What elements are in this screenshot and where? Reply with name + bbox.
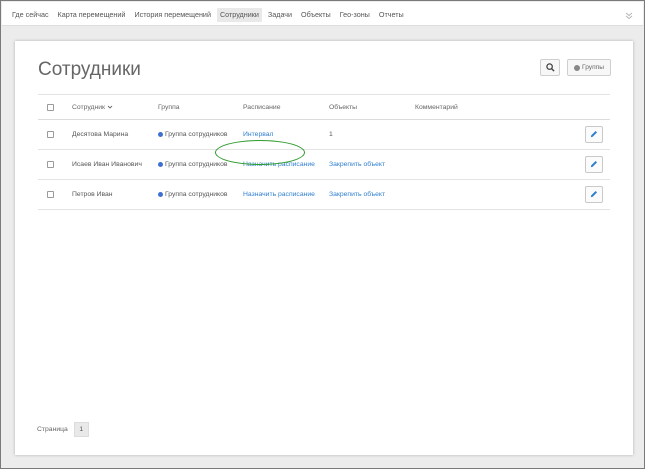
edit-button[interactable] [585, 126, 603, 143]
group-dot-icon [158, 132, 163, 137]
row-checkbox[interactable] [47, 161, 54, 168]
nav-item-where-now[interactable]: Где сейчас [9, 8, 52, 22]
table-row: Десятова Марина Группа сотрудников Интер… [38, 120, 610, 150]
nav-item-objects[interactable]: Объекты [298, 8, 334, 22]
header-objects: Объекты [329, 103, 358, 111]
nav-item-movement-map[interactable]: Карта перемещений [55, 8, 129, 22]
nav-item-geozones[interactable]: Гео-зоны [337, 8, 373, 22]
pagination-label: Страница [37, 426, 68, 433]
groups-dot-icon [574, 64, 580, 71]
sort-chevron-icon [107, 104, 113, 110]
employee-group-label: Группа сотрудников [165, 131, 228, 138]
pencil-icon [590, 160, 598, 170]
employees-table: Сотрудник Группа Расписание Объекты Комм… [38, 94, 610, 210]
employee-group-label: Группа сотрудников [165, 191, 228, 198]
employee-name: Исаев Иван Иванович [72, 161, 142, 168]
table-header-row: Сотрудник Группа Расписание Объекты Комм… [38, 94, 610, 120]
table-row: Петров Иван Группа сотрудников Назначить… [38, 180, 610, 210]
pencil-icon [590, 130, 598, 140]
employee-group: Группа сотрудников [158, 150, 227, 179]
edit-button[interactable] [585, 186, 603, 203]
row-checkbox[interactable] [47, 131, 54, 138]
groups-button-label: Группы [582, 64, 604, 71]
select-all-checkbox[interactable] [47, 103, 54, 111]
header-schedule: Расписание [243, 103, 281, 111]
group-dot-icon [158, 192, 163, 197]
header-group: Группа [158, 103, 180, 111]
nav-item-reports[interactable]: Отчеты [376, 8, 407, 22]
top-navigation: Где сейчас Карта перемещений История пер… [2, 2, 643, 26]
employees-panel: Сотрудники Группы Сотрудник Группа Распи… [15, 41, 633, 455]
row-checkbox[interactable] [47, 191, 54, 198]
employee-name: Десятова Марина [72, 131, 129, 138]
nav-item-movement-history[interactable]: История перемещений [131, 8, 214, 22]
chevron-down-icon[interactable] [624, 8, 634, 20]
schedule-link[interactable]: Интервал [243, 131, 274, 138]
header-employee[interactable]: Сотрудник [72, 95, 113, 119]
employee-name: Петров Иван [72, 191, 113, 198]
header-employee-label: Сотрудник [72, 103, 106, 111]
nav-item-tasks[interactable]: Задачи [265, 8, 295, 22]
page-button[interactable]: 1 [73, 422, 89, 437]
groups-button[interactable]: Группы [567, 59, 611, 76]
table-row: Исаев Иван Иванович Группа сотрудников Н… [38, 150, 610, 180]
objects-count: 1 [329, 131, 333, 138]
assign-object-link[interactable]: Закрепить объект [329, 191, 385, 198]
search-icon [545, 59, 555, 77]
employee-group: Группа сотрудников [158, 180, 227, 209]
employee-group: Группа сотрудников [158, 120, 227, 149]
group-dot-icon [158, 162, 163, 167]
assign-schedule-link[interactable]: Назначить расписание [243, 191, 315, 198]
assign-schedule-link[interactable]: Назначить расписание [243, 161, 315, 168]
app-window: Где сейчас Карта перемещений История пер… [0, 0, 645, 469]
employee-group-label: Группа сотрудников [165, 161, 228, 168]
page-title: Сотрудники [38, 59, 141, 80]
assign-object-link[interactable]: Закрепить объект [329, 161, 385, 168]
header-comment: Комментарий [415, 103, 458, 111]
pencil-icon [590, 190, 598, 200]
pagination: Страница 1 [37, 422, 89, 437]
edit-button[interactable] [585, 156, 603, 173]
nav-item-employees[interactable]: Сотрудники [216, 8, 262, 22]
search-button[interactable] [540, 59, 560, 76]
